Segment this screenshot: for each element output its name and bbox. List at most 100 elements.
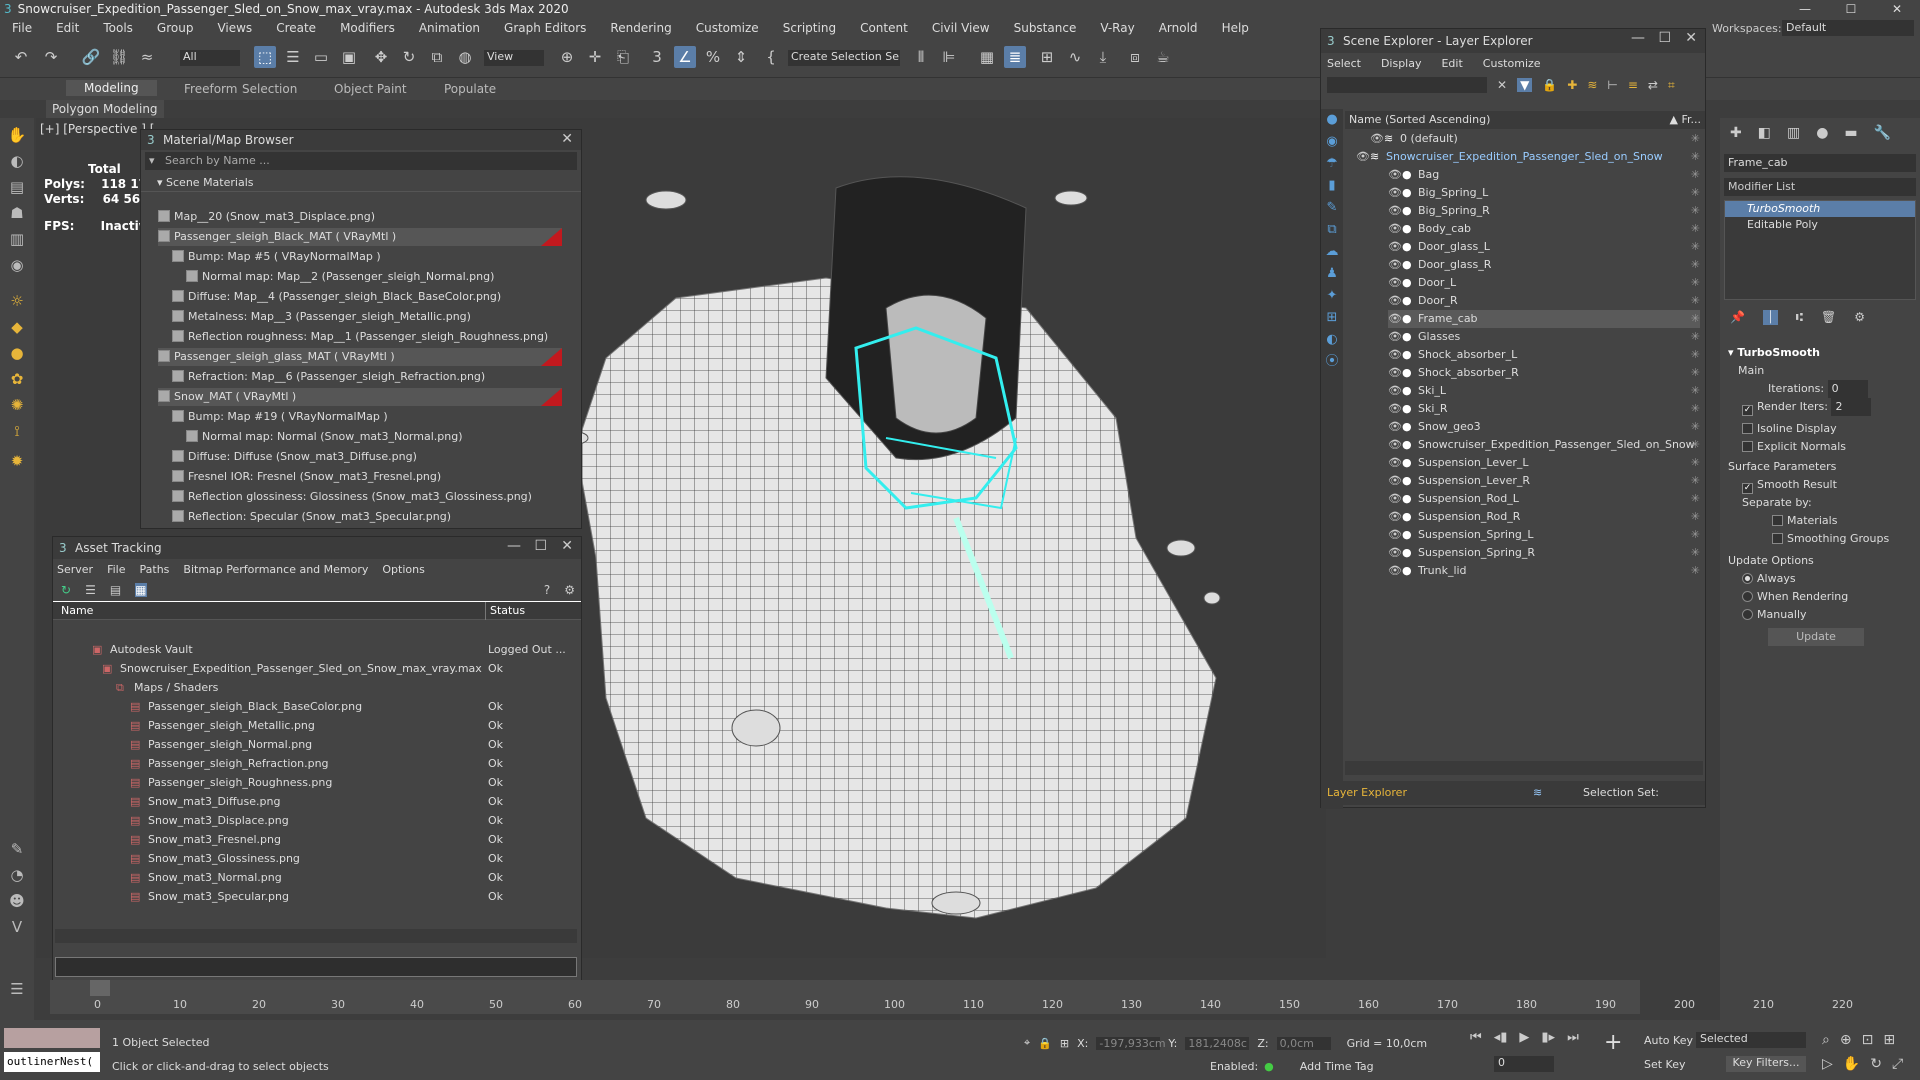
menu-item[interactable]: V-Ray xyxy=(1088,21,1146,35)
explicit-normals-checkbox[interactable] xyxy=(1742,441,1753,452)
utilities-tab-icon[interactable]: 🔧 xyxy=(1874,125,1891,141)
select-manipulate-icon[interactable]: ✛ xyxy=(584,46,606,68)
object-name-field[interactable]: Frame_cab xyxy=(1724,154,1916,172)
visibility-eye-icon[interactable]: 👁 xyxy=(1388,166,1402,184)
freeze-icon[interactable]: ✳ xyxy=(1691,274,1700,292)
spinner-snap-icon[interactable]: ⇕ xyxy=(730,46,752,68)
object-row[interactable]: 👁 ● Ski_L ✳ xyxy=(1388,382,1700,400)
camera-icon[interactable]: ◉ xyxy=(6,254,28,276)
asset-menu-item[interactable]: File xyxy=(107,563,125,576)
maximize-icon[interactable]: ☐ xyxy=(534,538,547,554)
material-row[interactable]: Bump: Map #5 ( VRayNormalMap ) xyxy=(172,248,562,266)
maxscript-listener-pink[interactable] xyxy=(4,1028,100,1048)
redo-icon[interactable]: ↷ xyxy=(40,46,62,68)
material-row[interactable]: Passenger_sleigh_glass_MAT ( VRayMtl ) xyxy=(158,348,562,366)
prev-frame-icon[interactable]: ◂▮ xyxy=(1494,1030,1508,1045)
polygon-modeling-panel[interactable]: Polygon Modeling xyxy=(46,100,164,118)
visibility-eye-icon[interactable]: 👁 xyxy=(1370,130,1384,148)
freeze-icon[interactable]: ✳ xyxy=(1691,418,1700,436)
help-icon[interactable]: ? xyxy=(544,583,550,597)
asset-menu-item[interactable]: Options xyxy=(382,563,424,576)
smooth-result-checkbox[interactable]: ✓ xyxy=(1742,483,1753,494)
menu-item[interactable]: Modifiers xyxy=(328,21,407,35)
visibility-eye-icon[interactable]: 👁 xyxy=(1388,526,1402,544)
freeze-icon[interactable]: ✳ xyxy=(1691,526,1700,544)
object-row[interactable]: 👁 ● Trunk_lid ✳ xyxy=(1388,562,1700,580)
material-row[interactable]: Normal map: Map__2 (Passenger_sleigh_Nor… xyxy=(186,268,562,286)
materials-checkbox[interactable] xyxy=(1772,515,1783,526)
visibility-eye-icon[interactable]: 👁 xyxy=(1388,544,1402,562)
visibility-eye-icon[interactable]: 👁 xyxy=(1388,328,1402,346)
selection-lock-icon[interactable]: 🔒 xyxy=(1038,1037,1052,1050)
scene-explorer-icon[interactable]: ▦ xyxy=(976,46,998,68)
object-row[interactable]: 👁 ● Suspension_Rod_R ✳ xyxy=(1388,508,1700,526)
asset-name[interactable]: Snow_mat3_Diffuse.png xyxy=(148,792,280,811)
asset-name[interactable]: Passenger_sleigh_Refraction.png xyxy=(148,754,329,773)
material-row[interactable]: Fresnel IOR: Fresnel (Snow_mat3_Fresnel.… xyxy=(172,468,562,486)
minimize-icon[interactable]: — xyxy=(507,538,521,554)
material-row[interactable]: Reflection: Specular (Snow_mat3_Specular… xyxy=(172,508,562,526)
object-row[interactable]: 👁 ● Suspension_Spring_L ✳ xyxy=(1388,526,1700,544)
ribbon-tab[interactable]: Selection xyxy=(242,82,297,96)
vray-icon[interactable]: V xyxy=(6,916,28,938)
layer-row[interactable]: 👁 ≋ 0 (default) ✳ xyxy=(1370,130,1700,148)
zoom-all-icon[interactable]: ⊕ xyxy=(1840,1032,1852,1048)
asset-name[interactable]: Snow_mat3_Displace.png xyxy=(148,811,289,830)
search-input[interactable]: ▾ Search by Name ... xyxy=(145,152,577,170)
display-tab-icon[interactable]: ▬ xyxy=(1844,125,1857,141)
object-row[interactable]: 👁 ● Door_L ✳ xyxy=(1388,274,1700,292)
helper-icon[interactable]: ◆ xyxy=(6,316,28,338)
col-status[interactable]: Status xyxy=(485,602,525,620)
list-icon[interactable]: ☰ xyxy=(85,583,96,597)
visibility-eye-icon[interactable]: 👁 xyxy=(1388,346,1402,364)
asset-name[interactable]: Passenger_sleigh_Black_BaseColor.png xyxy=(148,697,362,716)
reference-coord-dropdown[interactable]: View xyxy=(484,50,544,66)
link-icon[interactable]: 🔗 xyxy=(80,46,102,68)
stack-icon[interactable]: ≡ xyxy=(1628,78,1638,92)
grid-view-icon[interactable]: ▦ xyxy=(135,583,147,597)
y-field[interactable]: 181,2408c xyxy=(1185,1036,1250,1050)
table-icon[interactable]: ▤ xyxy=(110,583,121,597)
zoom-extents-icon[interactable]: ⊡ xyxy=(1862,1032,1874,1048)
show-end-result-icon[interactable]: ⏐ xyxy=(1762,309,1778,325)
when-rendering-radio[interactable] xyxy=(1742,591,1753,602)
menu-item[interactable]: Civil View xyxy=(920,21,1002,35)
freeze-icon[interactable]: ✳ xyxy=(1691,400,1700,418)
set-key-big-icon[interactable]: + xyxy=(1604,1030,1622,1055)
visibility-eye-icon[interactable]: 👁 xyxy=(1388,562,1402,580)
modify-tab-icon[interactable]: ◧ xyxy=(1758,125,1771,141)
menu-item[interactable]: Content xyxy=(848,21,920,35)
layer-explorer-icon[interactable]: ≣ xyxy=(1004,46,1026,68)
visibility-eye-icon[interactable]: 👁 xyxy=(1388,238,1402,256)
object-row[interactable]: 👁 ● Big_Spring_L ✳ xyxy=(1388,184,1700,202)
asset-name[interactable]: Snow_mat3_Normal.png xyxy=(148,868,282,887)
material-row[interactable]: Snow_MAT ( VRayMtl ) xyxy=(158,388,562,406)
viewport-label[interactable]: [+] [Perspective ] [ xyxy=(40,122,154,136)
x-field[interactable]: -197,933cm xyxy=(1096,1036,1166,1050)
visibility-eye-icon[interactable]: 👁 xyxy=(1388,508,1402,526)
material-row[interactable]: Metalness: Map__3 (Passenger_sleigh_Meta… xyxy=(172,308,562,326)
hand-icon[interactable]: ✋ xyxy=(6,124,28,146)
menu-item[interactable]: Edit xyxy=(44,21,91,35)
material-row[interactable]: Diffuse: Diffuse (Snow_mat3_Diffuse.png) xyxy=(172,448,562,466)
maximize-button[interactable]: ☐ xyxy=(1828,0,1874,18)
material-row[interactable]: Bump: Map #19 ( VRayNormalMap ) xyxy=(172,408,562,426)
timeline[interactable]: 0 10 20 30 40 50 60 70 80 90 100 110 120 130 140 150 160… xyxy=(50,980,1853,1014)
visibility-eye-icon[interactable]: 👁 xyxy=(1388,310,1402,328)
brush-icon[interactable]: ✎ xyxy=(6,838,28,860)
horizontal-scrollbar[interactable] xyxy=(1345,761,1703,775)
maximize-viewport-icon[interactable]: ⤢ xyxy=(1892,1056,1903,1072)
always-radio[interactable] xyxy=(1742,573,1753,584)
fov-icon[interactable]: ▷ xyxy=(1822,1056,1833,1072)
render-setup-icon[interactable]: ☕ xyxy=(1152,46,1174,68)
freeze-icon[interactable]: ✳ xyxy=(1691,472,1700,490)
visibility-eye-icon[interactable]: 👁 xyxy=(1388,364,1402,382)
edit-named-sel-icon[interactable]: { xyxy=(760,46,782,68)
clear-icon[interactable]: ✕ xyxy=(1497,78,1507,92)
material-row[interactable]: Reflection roughness: Map__1 (Passenger_… xyxy=(172,328,562,346)
menu-item[interactable]: Create xyxy=(264,21,328,35)
col-name-sorted[interactable]: Name (Sorted Ascending) xyxy=(1349,113,1490,126)
goto-end-icon[interactable]: ⏭ xyxy=(1567,1030,1579,1045)
add-time-tag[interactable]: Add Time Tag xyxy=(1300,1060,1374,1073)
move-icon[interactable]: ✥ xyxy=(370,46,392,68)
